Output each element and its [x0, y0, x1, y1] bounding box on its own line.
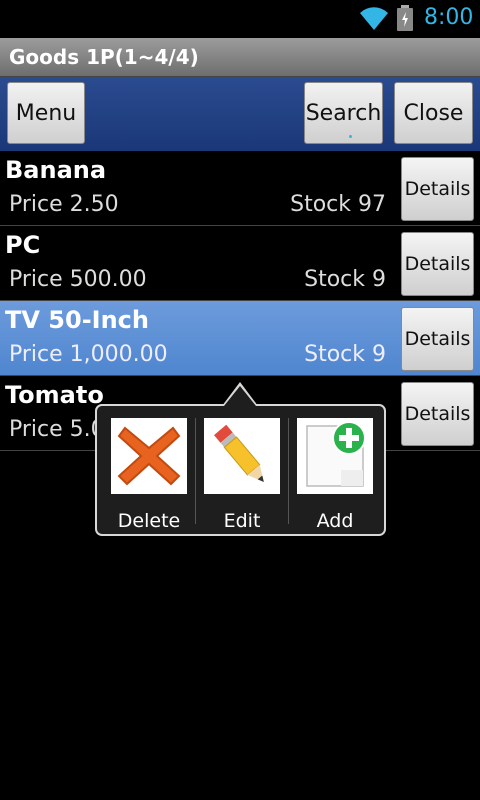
status-bar: 8:00	[0, 0, 480, 38]
menu-button[interactable]: Menu	[7, 82, 85, 144]
quick-action-popup: Delete Edit Add	[95, 404, 386, 536]
details-button[interactable]: Details	[401, 232, 474, 296]
page-title: Goods 1P(1~4/4)	[9, 45, 199, 69]
battery-icon	[397, 5, 413, 31]
item-stock: Stock 9	[304, 267, 386, 292]
details-button[interactable]: Details	[401, 382, 474, 446]
item-price: Price 500.00	[9, 267, 147, 292]
search-button-label: Search	[305, 100, 382, 126]
item-price: Price 1,000.00	[9, 342, 168, 367]
wifi-icon	[360, 7, 388, 31]
list-item[interactable]: PC Price 500.00 Stock 9 Details	[0, 226, 480, 301]
add-label: Add	[316, 510, 354, 532]
toolbar: Menu Search Close	[0, 77, 480, 151]
item-name: TV 50-Inch	[5, 306, 149, 334]
item-stock: Stock 97	[290, 192, 386, 217]
add-document-icon	[297, 418, 373, 494]
status-time: 8:00	[424, 5, 474, 30]
edit-action[interactable]: Edit	[204, 418, 280, 532]
divider	[288, 418, 289, 524]
item-name: Tomato	[5, 381, 104, 409]
list-item[interactable]: Banana Price 2.50 Stock 97 Details	[0, 151, 480, 226]
delete-action[interactable]: Delete	[111, 418, 187, 532]
divider	[195, 418, 196, 524]
edit-label: Edit	[223, 510, 261, 532]
pencil-icon	[204, 418, 280, 494]
list-item-selected[interactable]: TV 50-Inch Price 1,000.00 Stock 9 Detail…	[0, 301, 480, 376]
item-stock: Stock 9	[304, 342, 386, 367]
details-button[interactable]: Details	[401, 307, 474, 371]
item-name: Banana	[5, 156, 107, 184]
delete-label: Delete	[117, 510, 181, 532]
details-button[interactable]: Details	[401, 157, 474, 221]
indicator-dot-icon	[348, 135, 352, 138]
item-name: PC	[5, 231, 41, 259]
item-price: Price 2.50	[9, 192, 119, 217]
close-button[interactable]: Close	[394, 82, 473, 144]
title-bar: Goods 1P(1~4/4)	[0, 38, 480, 77]
popup-arrow-inner	[224, 386, 256, 406]
delete-icon	[111, 418, 187, 494]
add-action[interactable]: Add	[297, 418, 373, 532]
search-button[interactable]: Search	[304, 82, 383, 144]
